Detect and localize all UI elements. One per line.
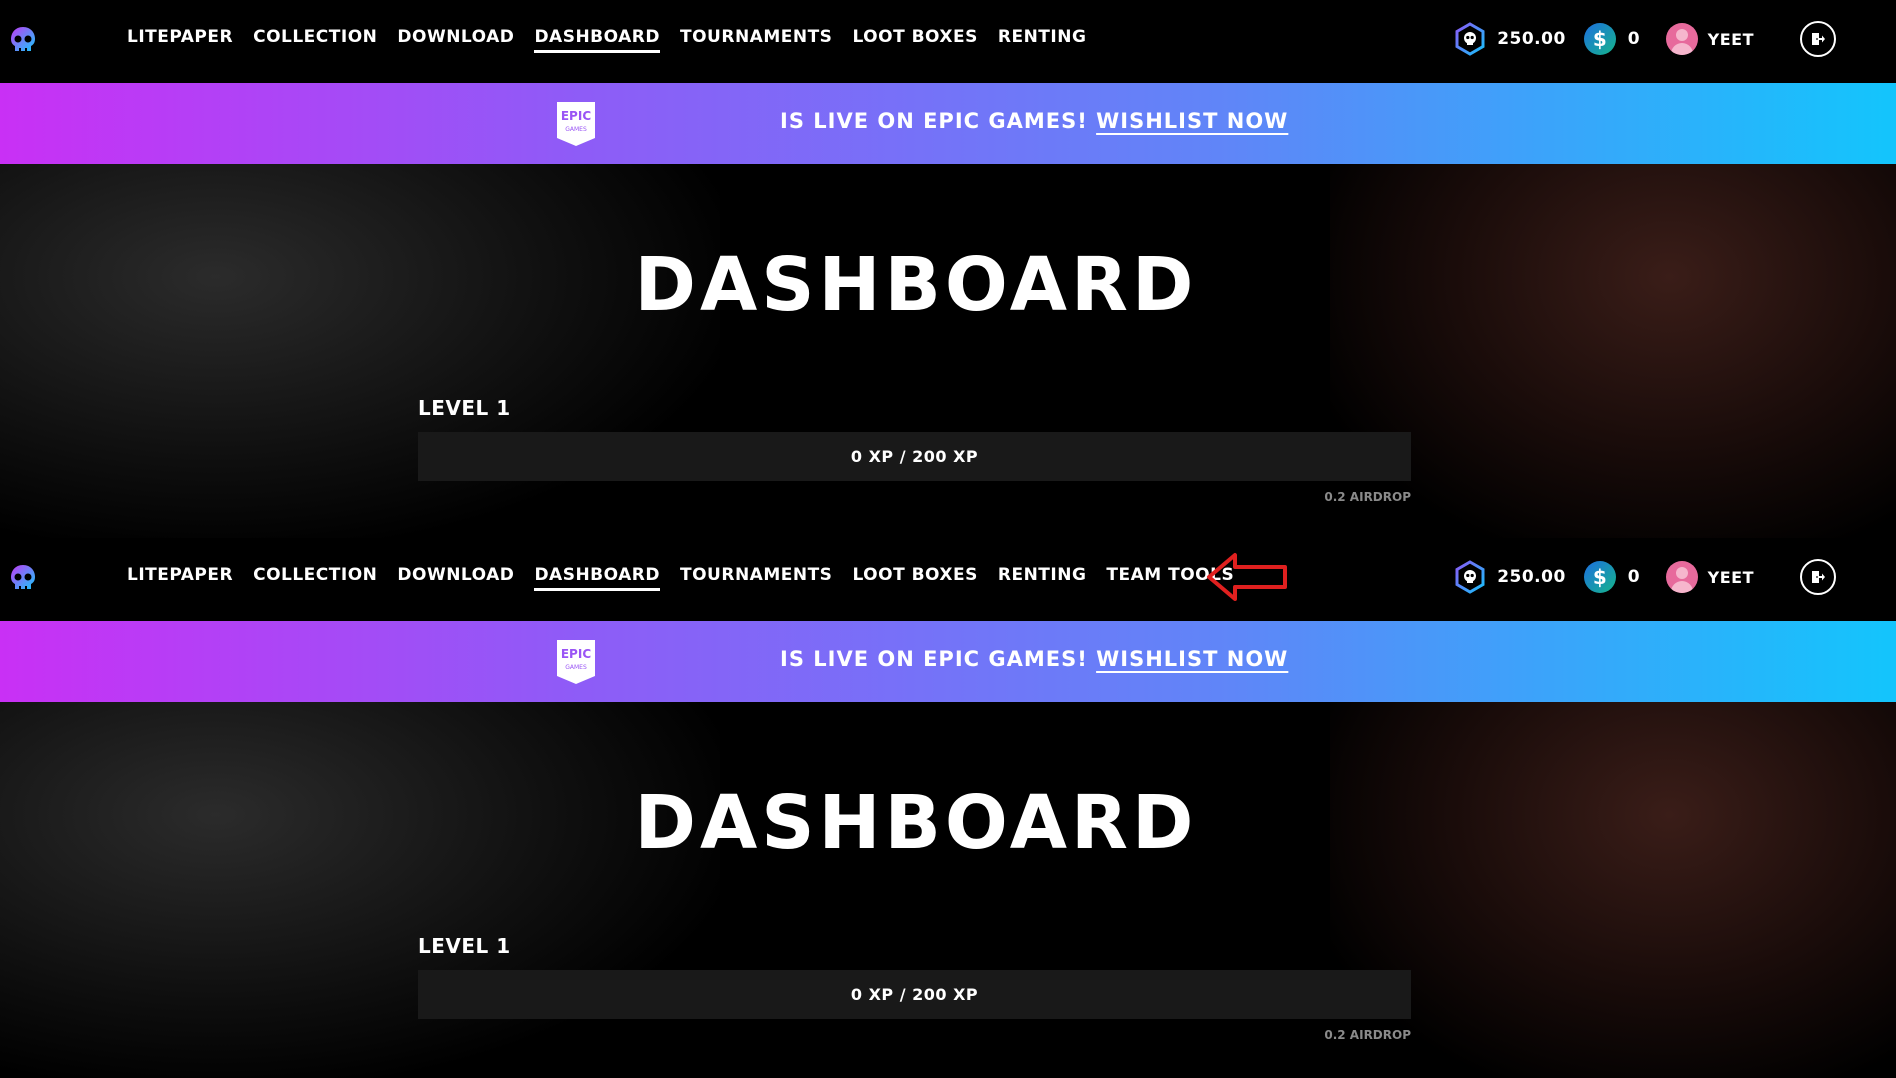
hero-bg-left-art <box>0 164 720 538</box>
cash-balance: 0 <box>1627 567 1640 587</box>
username[interactable]: YEET <box>1708 30 1754 49</box>
epic-games-logo-icon: EPIC GAMES <box>557 640 595 684</box>
epic-logo-subtext: GAMES <box>565 664 587 671</box>
dashboard-hero: DASHBOARD LEVEL 1 0 XP / 200 XP 0.2 AIRD… <box>0 164 1896 538</box>
nav-tournaments[interactable]: TOURNAMENTS <box>680 27 832 53</box>
level-label: LEVEL 1 <box>418 934 511 958</box>
epic-logo-text: EPIC <box>561 109 591 123</box>
banner-text: IS LIVE ON EPIC GAMES! <box>780 647 1088 671</box>
avatar[interactable] <box>1665 561 1698 593</box>
nav-menu: LITEPAPER COLLECTION DOWNLOAD DASHBOARD … <box>127 565 1234 591</box>
screenshot-after: LITEPAPER COLLECTION DOWNLOAD DASHBOARD … <box>0 538 1896 1078</box>
account-bar: 250.00 $ 0 YEET <box>1453 20 1836 58</box>
epic-games-banner: EPIC GAMES IS LIVE ON EPIC GAMES! WISHLI… <box>0 621 1896 702</box>
banner-text: IS LIVE ON EPIC GAMES! <box>780 109 1088 133</box>
page-title: DASHBOARD <box>634 780 1198 866</box>
hero-bg-left-art <box>0 702 720 1078</box>
nav-collection[interactable]: COLLECTION <box>253 565 377 591</box>
top-navbar: LITEPAPER COLLECTION DOWNLOAD DASHBOARD … <box>0 0 1896 83</box>
banner-message: IS LIVE ON EPIC GAMES! WISHLIST NOW <box>780 647 1288 671</box>
nav-download[interactable]: DOWNLOAD <box>397 565 514 591</box>
cash-icon: $ <box>1583 23 1616 55</box>
airdrop-label: 0.2 AIRDROP <box>1324 490 1411 504</box>
token-icon <box>1455 560 1485 594</box>
dashboard-hero: DASHBOARD LEVEL 1 0 XP / 200 XP 0.2 AIRD… <box>0 702 1896 1078</box>
nav-tournaments[interactable]: TOURNAMENTS <box>680 565 832 591</box>
skull-logo-icon[interactable] <box>8 25 38 55</box>
level-label: LEVEL 1 <box>418 396 511 420</box>
token-balance: 250.00 <box>1497 567 1566 587</box>
nav-litepaper[interactable]: LITEPAPER <box>127 565 233 591</box>
top-navbar: LITEPAPER COLLECTION DOWNLOAD DASHBOARD … <box>0 538 1896 621</box>
epic-games-banner: EPIC GAMES IS LIVE ON EPIC GAMES! WISHLI… <box>0 83 1896 164</box>
hero-bg-right-art <box>1330 702 1896 1078</box>
epic-games-logo-icon: EPIC GAMES <box>557 102 595 146</box>
xp-text: 0 XP / 200 XP <box>850 447 979 466</box>
skull-logo-icon[interactable] <box>8 563 38 593</box>
banner-message: IS LIVE ON EPIC GAMES! WISHLIST NOW <box>780 109 1288 133</box>
username[interactable]: YEET <box>1708 568 1754 587</box>
nav-menu: LITEPAPER COLLECTION DOWNLOAD DASHBOARD … <box>127 27 1086 53</box>
token-balance: 250.00 <box>1497 29 1566 49</box>
logout-button[interactable] <box>1800 559 1836 595</box>
cash-icon: $ <box>1583 561 1616 593</box>
logout-icon <box>1812 571 1825 583</box>
hero-bg-right-art <box>1330 164 1896 538</box>
account-bar: 250.00 $ 0 YEET <box>1453 558 1836 596</box>
nav-dashboard[interactable]: DASHBOARD <box>534 565 660 591</box>
nav-dashboard[interactable]: DASHBOARD <box>534 27 660 53</box>
cash-balance: 0 <box>1627 29 1640 49</box>
airdrop-label: 0.2 AIRDROP <box>1324 1028 1411 1042</box>
nav-renting[interactable]: RENTING <box>998 27 1087 53</box>
token-icon <box>1455 22 1485 56</box>
logout-icon <box>1812 33 1825 45</box>
wishlist-link[interactable]: WISHLIST NOW <box>1096 109 1288 133</box>
epic-logo-subtext: GAMES <box>565 126 587 133</box>
xp-text: 0 XP / 200 XP <box>850 985 979 1004</box>
red-arrow-annotation-icon <box>1207 553 1287 601</box>
nav-loot-boxes[interactable]: LOOT BOXES <box>852 565 977 591</box>
nav-litepaper[interactable]: LITEPAPER <box>127 27 233 53</box>
wishlist-link[interactable]: WISHLIST NOW <box>1096 647 1288 671</box>
xp-progress-bar: 0 XP / 200 XP <box>418 432 1411 481</box>
cash-symbol: $ <box>1592 27 1607 51</box>
avatar[interactable] <box>1665 23 1698 55</box>
nav-collection[interactable]: COLLECTION <box>253 27 377 53</box>
xp-progress-bar: 0 XP / 200 XP <box>418 970 1411 1019</box>
logout-button[interactable] <box>1800 21 1836 57</box>
nav-loot-boxes[interactable]: LOOT BOXES <box>852 27 977 53</box>
screenshot-before: LITEPAPER COLLECTION DOWNLOAD DASHBOARD … <box>0 0 1896 538</box>
page-title: DASHBOARD <box>634 242 1198 328</box>
nav-download[interactable]: DOWNLOAD <box>397 27 514 53</box>
cash-symbol: $ <box>1592 565 1607 589</box>
nav-renting[interactable]: RENTING <box>998 565 1087 591</box>
epic-logo-text: EPIC <box>561 647 591 661</box>
